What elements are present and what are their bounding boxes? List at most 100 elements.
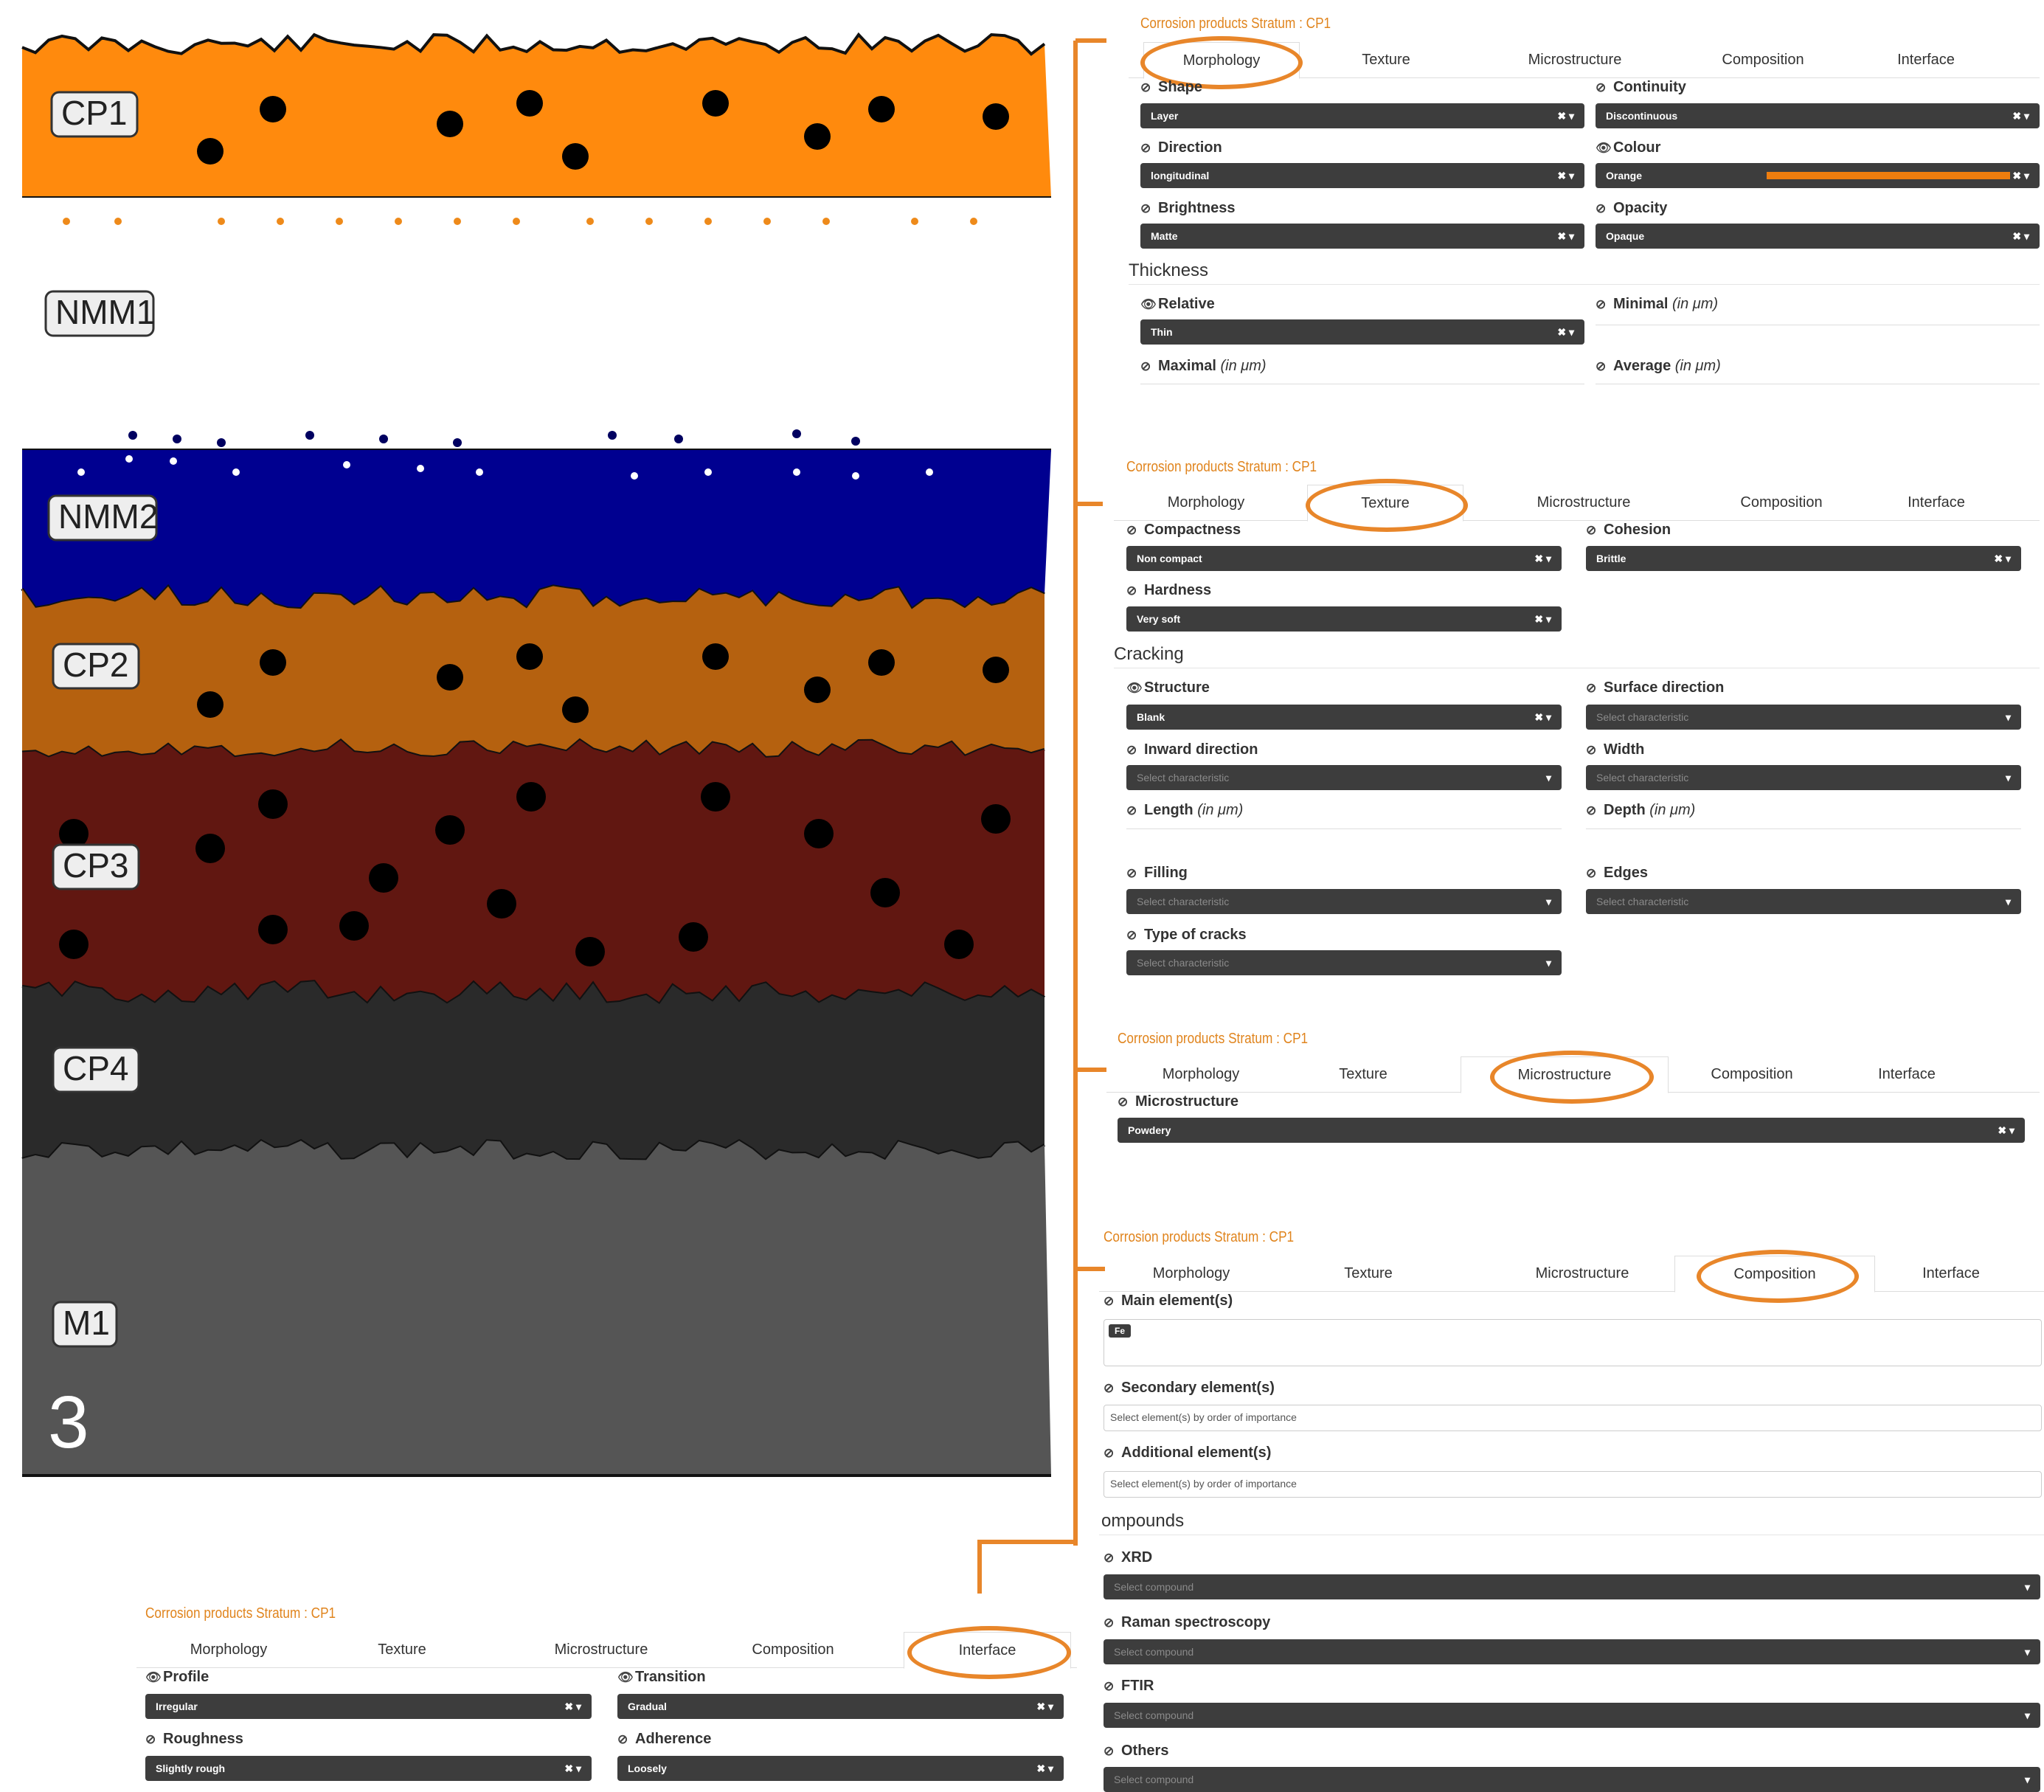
caret-down-icon[interactable]: ▾: [2006, 765, 2011, 790]
microstructure-select[interactable]: Powdery ✖ ▾: [1118, 1118, 2025, 1143]
opacity-select[interactable]: Opaque ✖ ▾: [1596, 224, 2040, 249]
clear-x-icon[interactable]: ✖ ▾: [2012, 163, 2029, 188]
width-select[interactable]: Select characteristic ▾: [1586, 765, 2021, 790]
clear-x-icon[interactable]: ✖ ▾: [2012, 103, 2029, 128]
shape-select[interactable]: Layer ✖ ▾: [1140, 103, 1584, 128]
clear-x-icon[interactable]: ✖ ▾: [1994, 546, 2011, 571]
secondary-elements-input[interactable]: Select element(s) by order of importance: [1104, 1405, 2042, 1431]
tab-interface[interactable]: Interface: [1859, 485, 2014, 520]
tab-microstructure[interactable]: Microstructure: [1483, 1256, 1682, 1291]
caret-down-icon[interactable]: ▾: [2025, 1703, 2030, 1728]
tab-texture[interactable]: Texture: [1291, 1256, 1446, 1291]
inward-direction-label: ⊘ Inward direction: [1126, 741, 1258, 758]
clear-x-icon[interactable]: ✖ ▾: [1557, 103, 1574, 128]
caret-down-icon[interactable]: ▾: [2025, 1574, 2030, 1599]
transition-select[interactable]: Gradual ✖ ▾: [617, 1694, 1064, 1719]
tab-morphology[interactable]: Morphology: [1114, 1256, 1269, 1291]
xrd-select[interactable]: Select compound ▾: [1104, 1574, 2040, 1599]
placeholder-text: Select characteristic: [1596, 772, 1689, 783]
caret-down-icon[interactable]: ▾: [1546, 950, 1551, 975]
adherence-select[interactable]: Loosely ✖ ▾: [617, 1756, 1064, 1781]
caret-down-icon[interactable]: ▾: [2025, 1639, 2030, 1664]
label-text: Type of cracks: [1144, 927, 1247, 943]
caret-down-icon[interactable]: ▾: [1546, 889, 1551, 914]
type-of-cracks-select[interactable]: Select characteristic ▾: [1126, 950, 1562, 975]
clear-x-icon[interactable]: ✖ ▾: [1036, 1756, 1053, 1781]
relative-thickness-select[interactable]: Thin ✖ ▾: [1140, 319, 1584, 345]
clear-x-icon[interactable]: ✖ ▾: [2012, 224, 2029, 249]
tab-morphology[interactable]: Morphology: [151, 1632, 306, 1667]
continuity-select[interactable]: Discontinuous ✖ ▾: [1596, 103, 2040, 128]
highlight-ellipse: [1697, 1250, 1859, 1303]
tab-composition[interactable]: Composition: [1667, 1056, 1837, 1092]
clear-x-icon[interactable]: ✖ ▾: [1557, 163, 1574, 188]
colour-select[interactable]: Orange ✖ ▾: [1596, 163, 2040, 188]
selected-value: Brittle: [1596, 553, 1626, 564]
tab-interface[interactable]: Interface: [1874, 1256, 2029, 1291]
raman-select[interactable]: Select compound ▾: [1104, 1639, 2040, 1664]
depth-input[interactable]: [1586, 828, 2021, 829]
additional-elements-input[interactable]: Select element(s) by order of importance: [1104, 1471, 2042, 1498]
main-elements-input[interactable]: Fe: [1104, 1319, 2042, 1366]
direction-label: ⊘ Direction: [1140, 139, 1222, 156]
structure-select[interactable]: Blank ✖ ▾: [1126, 705, 1562, 730]
raman-label: ⊘ Raman spectroscopy: [1104, 1614, 1270, 1631]
clear-x-icon[interactable]: ✖ ▾: [1557, 319, 1574, 345]
profile-select[interactable]: Irregular ✖ ▾: [145, 1694, 592, 1719]
cohesion-select[interactable]: Brittle ✖ ▾: [1586, 546, 2021, 571]
caret-down-icon[interactable]: ▾: [2006, 889, 2011, 914]
tab-microstructure[interactable]: Microstructure: [1483, 42, 1667, 77]
cohesion-label: ⊘ Cohesion: [1586, 522, 1671, 539]
tab-composition[interactable]: Composition: [1678, 42, 1848, 77]
label-text: Edges: [1604, 865, 1649, 881]
clear-x-icon[interactable]: ✖ ▾: [564, 1756, 581, 1781]
tab-texture[interactable]: Texture: [1286, 1056, 1441, 1092]
tab-morphology[interactable]: Morphology: [1123, 1056, 1278, 1092]
surface-direction-select[interactable]: Select characteristic ▾: [1586, 705, 2021, 730]
ftir-select[interactable]: Select compound ▾: [1104, 1703, 2040, 1728]
tab-interface[interactable]: Interface: [1829, 1056, 1984, 1092]
tab-microstructure[interactable]: Microstructure: [1492, 485, 1676, 520]
caret-down-icon[interactable]: ▾: [2006, 705, 2011, 730]
tab-morphology[interactable]: Morphology: [1129, 485, 1283, 520]
label-text: Surface direction: [1604, 679, 1725, 696]
microstructure-label: ⊘ Microstructure: [1118, 1093, 1238, 1110]
tab-texture[interactable]: Texture: [1309, 42, 1463, 77]
clear-x-icon[interactable]: ✖ ▾: [1557, 224, 1574, 249]
placeholder-text: Select compound: [1114, 1774, 1194, 1785]
compactness-label: ⊘ Compactness: [1126, 522, 1241, 539]
compactness-select[interactable]: Non compact ✖ ▾: [1126, 546, 1562, 571]
compounds-heading: ompounds: [1101, 1511, 1185, 1531]
hardness-select[interactable]: Very soft ✖ ▾: [1126, 606, 1562, 632]
tab-composition[interactable]: Composition: [708, 1632, 878, 1667]
label-text: Main element(s): [1121, 1293, 1233, 1309]
brightness-select[interactable]: Matte ✖ ▾: [1140, 224, 1584, 249]
panel-title: Corrosion products Stratum : CP1: [1140, 15, 1331, 32]
direction-select[interactable]: longitudinal ✖ ▾: [1140, 163, 1584, 188]
selected-value: Non compact: [1137, 553, 1202, 564]
clear-x-icon[interactable]: ✖ ▾: [1036, 1694, 1053, 1719]
inward-direction-select[interactable]: Select characteristic ▾: [1126, 765, 1562, 790]
others-select[interactable]: Select compound ▾: [1104, 1767, 2040, 1792]
label-text: XRD: [1121, 1549, 1153, 1566]
placeholder-text: Select characteristic: [1137, 896, 1230, 907]
tab-microstructure[interactable]: Microstructure: [509, 1632, 693, 1667]
tab-texture[interactable]: Texture: [325, 1632, 479, 1667]
length-input[interactable]: [1126, 828, 1562, 829]
tab-composition[interactable]: Composition: [1697, 485, 1866, 520]
clear-x-icon[interactable]: ✖ ▾: [564, 1694, 581, 1719]
clear-x-icon[interactable]: ✖ ▾: [1998, 1118, 2014, 1143]
edges-select[interactable]: Select characteristic ▾: [1586, 889, 2021, 914]
clear-x-icon[interactable]: ✖ ▾: [1534, 705, 1551, 730]
caret-down-icon[interactable]: ▾: [1546, 765, 1551, 790]
clear-x-icon[interactable]: ✖ ▾: [1534, 546, 1551, 571]
label-text: Cohesion: [1604, 522, 1671, 538]
element-tag[interactable]: Fe: [1109, 1324, 1132, 1338]
filling-select[interactable]: Select characteristic ▾: [1126, 889, 1562, 914]
label-text: Structure: [1144, 679, 1210, 696]
tab-interface[interactable]: Interface: [1849, 42, 2003, 77]
clear-x-icon[interactable]: ✖ ▾: [1534, 606, 1551, 632]
filling-label: ⊘ Filling: [1126, 865, 1188, 882]
roughness-select[interactable]: Slightly rough ✖ ▾: [145, 1756, 592, 1781]
caret-down-icon[interactable]: ▾: [2025, 1767, 2030, 1792]
